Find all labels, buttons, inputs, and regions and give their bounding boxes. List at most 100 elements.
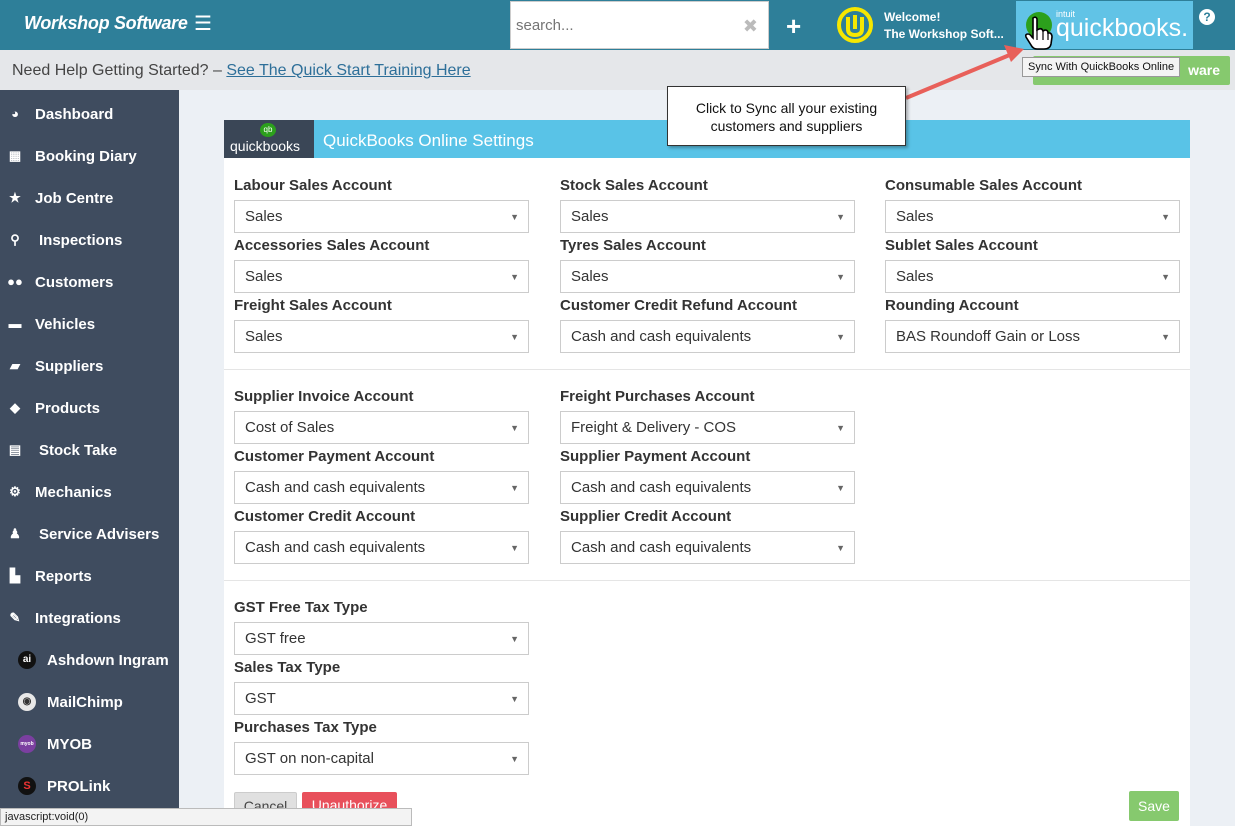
- field-label: Consumable Sales Account: [885, 177, 1082, 194]
- stock-sales-account-field: Stock Sales Account Sales ▼: [560, 177, 855, 233]
- supplier-credit-account-select[interactable]: Cash and cash equivalents ▼: [560, 531, 855, 564]
- purchases-tax-type-select[interactable]: GST on non-capital ▼: [234, 742, 529, 775]
- supplier-invoice-account-select[interactable]: Cost of Sales ▼: [234, 411, 529, 444]
- caret-down-icon: ▼: [510, 423, 519, 433]
- sidebar-item-label: Inspections: [39, 232, 123, 249]
- sidebar-item-booking-diary[interactable]: ▦ Booking Diary: [0, 134, 179, 176]
- caret-down-icon: ▼: [510, 694, 519, 704]
- sidebar-item-mailchimp[interactable]: ◉ MailChimp: [0, 680, 179, 722]
- sidebar-item-vehicles[interactable]: ▬ Vehicles: [0, 302, 179, 344]
- select-value: Sales: [896, 268, 934, 285]
- sidebar-item-integrations[interactable]: ✎ Integrations: [0, 596, 179, 638]
- callout-line-1: Click to Sync all your existing: [695, 100, 878, 116]
- company-name: The Workshop Soft...: [884, 27, 1004, 41]
- sales-tax-type-select[interactable]: GST ▼: [234, 682, 529, 715]
- caret-down-icon: ▼: [836, 332, 845, 342]
- welcome-text[interactable]: Welcome! The Workshop Soft...: [884, 9, 1004, 43]
- search-input[interactable]: [511, 2, 731, 48]
- field-label: Labour Sales Account: [234, 177, 392, 194]
- hamburger-icon[interactable]: ☰: [194, 14, 212, 34]
- sidebar-item-customers[interactable]: ●● Customers: [0, 260, 179, 302]
- sidebar-item-service-advisers[interactable]: ♟ Service Advisers: [0, 512, 179, 554]
- gst-free-tax-type-select[interactable]: GST free ▼: [234, 622, 529, 655]
- section-divider: [224, 369, 1190, 370]
- sublet-sales-account-field: Sublet Sales Account Sales ▼: [885, 237, 1180, 293]
- customer-payment-account-field: Customer Payment Account Cash and cash e…: [234, 448, 529, 504]
- customer-credit-refund-account-select[interactable]: Cash and cash equivalents ▼: [560, 320, 855, 353]
- sidebar-item-job-centre[interactable]: ★ Job Centre: [0, 176, 179, 218]
- panel-title: QuickBooks Online Settings: [323, 131, 534, 150]
- labour-sales-account-select[interactable]: Sales ▼: [234, 200, 529, 233]
- qb-badge-icon: qb: [260, 123, 276, 137]
- field-label: Customer Credit Account: [234, 508, 416, 525]
- freight-purchases-account-select[interactable]: Freight & Delivery - COS ▼: [560, 411, 855, 444]
- sidebar-item-label: Integrations: [35, 610, 121, 627]
- field-label: Sublet Sales Account: [885, 237, 1038, 254]
- sidebar-item-label: Customers: [35, 274, 114, 291]
- field-label: Supplier Credit Account: [560, 508, 732, 525]
- sidebar-item-prolink[interactable]: S PROLink: [0, 764, 179, 806]
- stock-sales-account-select[interactable]: Sales ▼: [560, 200, 855, 233]
- field-label: Supplier Payment Account: [560, 448, 751, 465]
- supplier-payment-account-field: Supplier Payment Account Cash and cash e…: [560, 448, 855, 504]
- sidebar-item-myob[interactable]: myob MYOB: [0, 722, 179, 764]
- search-icon: ⚲: [10, 232, 20, 247]
- sidebar-item-label: Dashboard: [35, 106, 114, 123]
- select-value: Sales: [245, 208, 283, 225]
- consumable-sales-account-select[interactable]: Sales ▼: [885, 200, 1180, 233]
- caret-down-icon: ▼: [836, 272, 845, 282]
- quickbooks-label: quickbooks.: [1056, 14, 1189, 42]
- consumable-sales-account-field: Consumable Sales Account Sales ▼: [885, 177, 1180, 233]
- select-value: Cost of Sales: [245, 419, 335, 436]
- sidebar: ◕ Dashboard ▦ Booking Diary ★ Job Centre ⚲ I…: [0, 90, 179, 826]
- quick-start-link[interactable]: See The Quick Start Training Here: [226, 62, 470, 79]
- caret-down-icon: ▼: [836, 543, 845, 553]
- user-tie-icon: ♟: [9, 526, 21, 541]
- sidebar-item-dashboard[interactable]: ◕ Dashboard: [0, 92, 179, 134]
- caret-down-icon: ▼: [1161, 212, 1170, 222]
- sidebar-item-label: Products: [35, 400, 101, 417]
- tyres-sales-account-select[interactable]: Sales ▼: [560, 260, 855, 293]
- quickbooks-logo: qb quickbooks: [224, 120, 314, 158]
- sidebar-item-label: PROLink: [47, 778, 111, 795]
- field-label: Tyres Sales Account: [560, 237, 706, 254]
- sidebar-item-products[interactable]: ◆ Products: [0, 386, 179, 428]
- accessories-sales-account-select[interactable]: Sales ▼: [234, 260, 529, 293]
- supplier-payment-account-select[interactable]: Cash and cash equivalents ▼: [560, 471, 855, 504]
- clear-search-icon[interactable]: ✖: [743, 16, 758, 37]
- add-icon[interactable]: +: [786, 11, 801, 42]
- search-box: ✖: [510, 1, 769, 49]
- workshop-software-button-label: ware: [1188, 62, 1220, 78]
- select-value: GST free: [245, 630, 306, 647]
- field-label: Supplier Invoice Account: [234, 388, 414, 405]
- sidebar-item-mechanics[interactable]: ⚙ Mechanics: [0, 470, 179, 512]
- save-button[interactable]: Save: [1129, 791, 1179, 821]
- car-icon: ▬: [8, 316, 22, 331]
- caret-down-icon: ▼: [836, 212, 845, 222]
- sync-callout: Click to Sync all your existing customer…: [667, 86, 906, 146]
- sidebar-item-inspections[interactable]: ⚲ Inspections: [0, 218, 179, 260]
- cogs-icon: ⚙: [9, 484, 21, 499]
- help-icon[interactable]: ?: [1199, 9, 1215, 25]
- customer-payment-account-select[interactable]: Cash and cash equivalents ▼: [234, 471, 529, 504]
- sidebar-item-label: Service Advisers: [39, 526, 160, 543]
- sidebar-item-suppliers[interactable]: ▰ Suppliers: [0, 344, 179, 386]
- caret-down-icon: ▼: [836, 483, 845, 493]
- caret-down-icon: ▼: [510, 634, 519, 644]
- sidebar-item-reports[interactable]: ▙ Reports: [0, 554, 179, 596]
- sidebar-item-stock-take[interactable]: ▤ Stock Take: [0, 428, 179, 470]
- caret-down-icon: ▼: [836, 423, 845, 433]
- caret-down-icon: ▼: [510, 332, 519, 342]
- freight-sales-account-select[interactable]: Sales ▼: [234, 320, 529, 353]
- callout-line-2: customers and suppliers: [710, 118, 863, 134]
- select-value: Sales: [571, 208, 609, 225]
- select-value: Cash and cash equivalents: [571, 479, 752, 496]
- customer-credit-account-select[interactable]: Cash and cash equivalents ▼: [234, 531, 529, 564]
- sublet-sales-account-select[interactable]: Sales ▼: [885, 260, 1180, 293]
- welcome-label: Welcome!: [884, 10, 941, 24]
- rounding-account-select[interactable]: BAS Roundoff Gain or Loss ▼: [885, 320, 1180, 353]
- sidebar-item-ashdown-ingram[interactable]: ai Ashdown Ingram: [0, 638, 179, 680]
- brand-logo[interactable]: Workshop Software: [24, 13, 188, 34]
- labour-sales-account-field: Labour Sales Account Sales ▼: [234, 177, 529, 233]
- calendar-icon: ▦: [8, 148, 22, 163]
